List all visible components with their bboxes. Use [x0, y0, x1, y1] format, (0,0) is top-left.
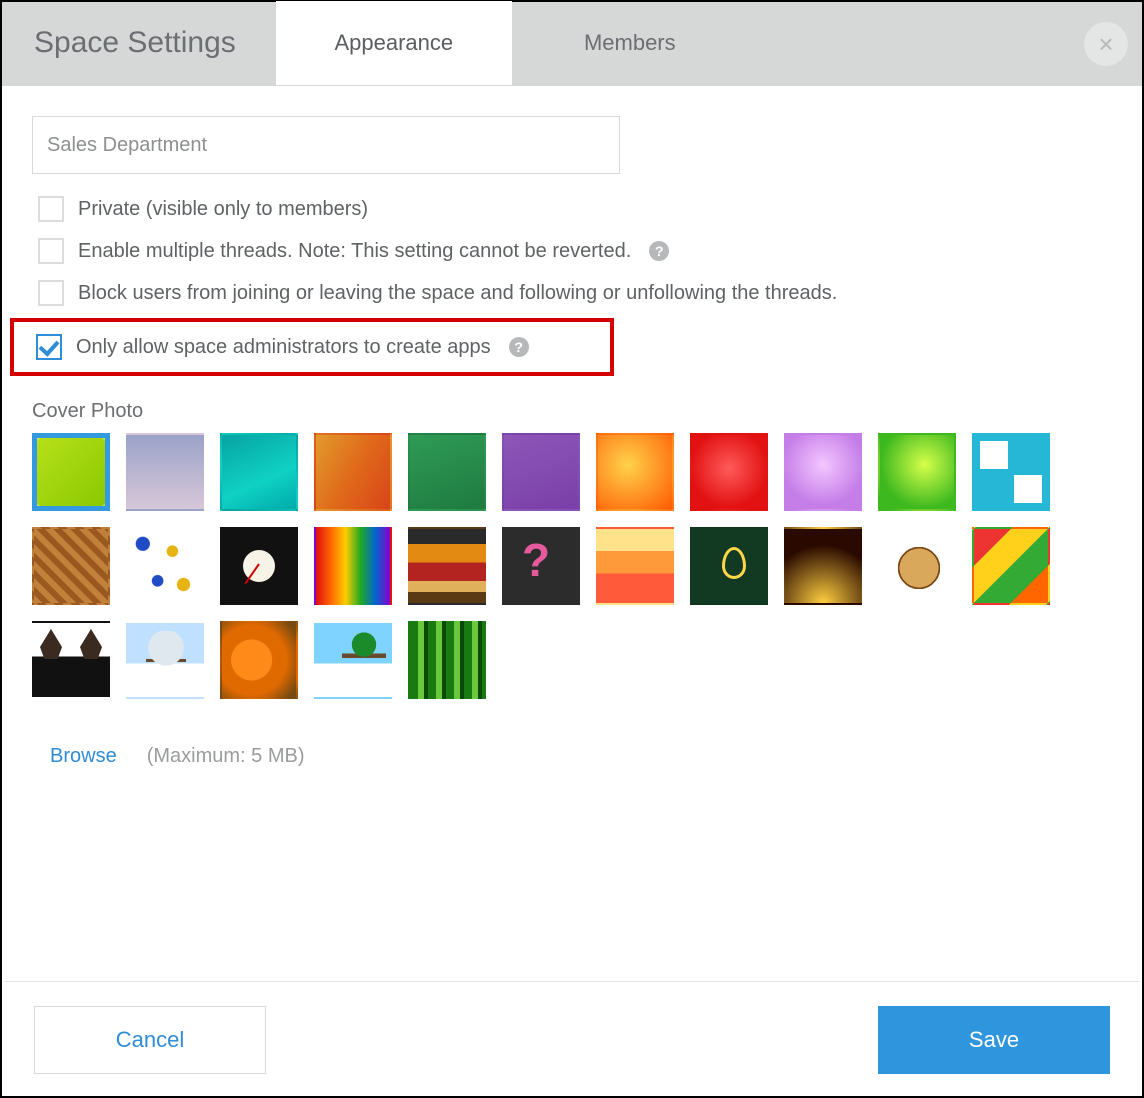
- cover-thumb-15[interactable]: [408, 527, 486, 605]
- help-icon[interactable]: ?: [509, 337, 529, 357]
- cover-thumb-20[interactable]: [878, 527, 956, 605]
- cover-thumb-16[interactable]: [502, 527, 580, 605]
- cancel-button[interactable]: Cancel: [34, 1006, 266, 1074]
- cover-thumb-18[interactable]: [690, 527, 768, 605]
- help-icon[interactable]: ?: [649, 241, 669, 261]
- checkbox-admin-only-apps[interactable]: [36, 334, 62, 360]
- option-multi-thread-label: Enable multiple threads. Note: This sett…: [78, 240, 631, 263]
- cover-upload-row: Browse (Maximum: 5 MB): [32, 745, 1112, 768]
- cover-thumb-26[interactable]: [408, 621, 486, 699]
- cover-thumb-25[interactable]: [314, 621, 392, 699]
- cover-thumb-22[interactable]: [32, 621, 110, 699]
- option-block-users: Block users from joining or leaving the …: [32, 272, 1112, 314]
- cover-thumb-7[interactable]: [690, 433, 768, 511]
- checkbox-block-users[interactable]: [38, 280, 64, 306]
- options-list: Private (visible only to members) Enable…: [32, 188, 1112, 376]
- cover-thumb-4[interactable]: [408, 433, 486, 511]
- tab-appearance[interactable]: Appearance: [276, 1, 512, 85]
- space-name-input[interactable]: [32, 116, 620, 174]
- checkbox-multi-thread[interactable]: [38, 238, 64, 264]
- cover-thumb-19[interactable]: [784, 527, 862, 605]
- close-icon[interactable]: ×: [1084, 22, 1128, 66]
- cover-photo-grid: [32, 433, 1112, 699]
- option-multi-thread: Enable multiple threads. Note: This sett…: [32, 230, 1112, 272]
- cover-thumb-23[interactable]: [126, 621, 204, 699]
- cover-thumb-21[interactable]: [972, 527, 1050, 605]
- cover-thumb-9[interactable]: [878, 433, 956, 511]
- cover-thumb-5[interactable]: [502, 433, 580, 511]
- dialog-header: Space Settings Appearance Members ×: [2, 2, 1142, 86]
- option-block-users-label: Block users from joining or leaving the …: [78, 282, 837, 305]
- cover-thumb-1[interactable]: [126, 433, 204, 511]
- cover-thumb-8[interactable]: [784, 433, 862, 511]
- cover-thumb-12[interactable]: [126, 527, 204, 605]
- cover-thumb-24[interactable]: [220, 621, 298, 699]
- cover-photo-label: Cover Photo: [32, 400, 1112, 423]
- tab-members[interactable]: Members: [512, 1, 748, 85]
- dialog-body: Private (visible only to members) Enable…: [2, 86, 1142, 768]
- browse-link[interactable]: Browse: [50, 745, 117, 768]
- cover-thumb-2[interactable]: [220, 433, 298, 511]
- cover-thumb-14[interactable]: [314, 527, 392, 605]
- dialog-footer: Cancel Save: [4, 981, 1140, 1094]
- cover-photo-section: Cover Photo Browse (Maximum: 5 MB): [32, 400, 1112, 768]
- save-button[interactable]: Save: [878, 1006, 1110, 1074]
- checkbox-private[interactable]: [38, 196, 64, 222]
- option-admin-only-apps-label: Only allow space administrators to creat…: [76, 336, 491, 359]
- cover-thumb-3[interactable]: [314, 433, 392, 511]
- cover-thumb-13[interactable]: [220, 527, 298, 605]
- option-admin-only-apps: Only allow space administrators to creat…: [10, 318, 614, 376]
- max-size-label: (Maximum: 5 MB): [147, 745, 305, 768]
- dialog-title: Space Settings: [2, 2, 276, 85]
- option-private: Private (visible only to members): [32, 188, 1112, 230]
- cover-thumb-0[interactable]: [32, 433, 110, 511]
- cover-thumb-11[interactable]: [32, 527, 110, 605]
- tabs: Appearance Members: [276, 2, 748, 85]
- cover-thumb-10[interactable]: [972, 433, 1050, 511]
- cover-thumb-17[interactable]: [596, 527, 674, 605]
- cover-thumb-6[interactable]: [596, 433, 674, 511]
- option-private-label: Private (visible only to members): [78, 198, 368, 221]
